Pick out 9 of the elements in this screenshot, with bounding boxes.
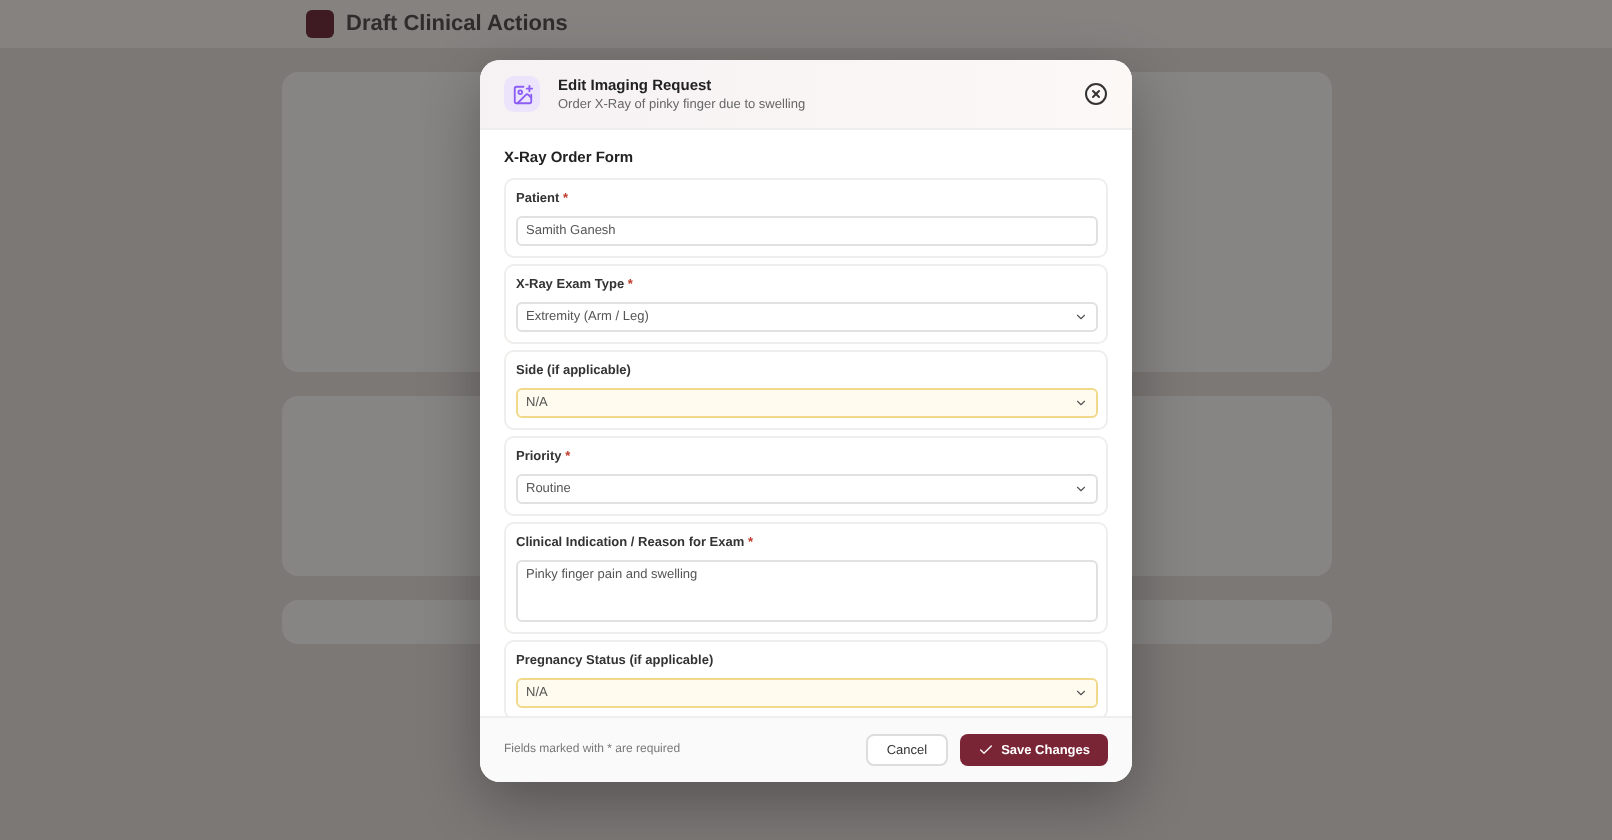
chevron-down-icon <box>1074 396 1088 410</box>
check-icon <box>977 742 994 758</box>
app-logo-icon <box>306 10 334 38</box>
chevron-down-icon <box>1074 310 1088 324</box>
chevron-down-icon <box>1074 482 1088 496</box>
page-title: Draft Clinical Actions <box>346 12 568 36</box>
chevron-down-icon <box>1074 686 1088 700</box>
close-button[interactable] <box>1084 82 1108 106</box>
image-icon <box>504 76 540 112</box>
